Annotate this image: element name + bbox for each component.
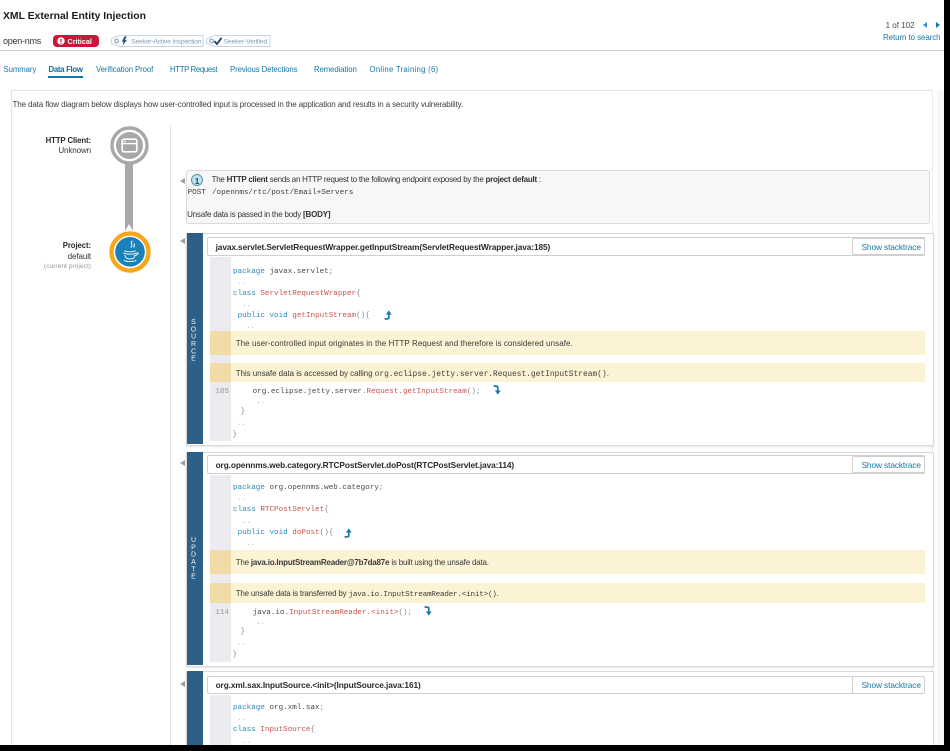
svg-text:Seeker-Verified: Seeker-Verified (223, 38, 267, 45)
svg-text:Seeker-Active Inspection: Seeker-Active Inspection (131, 38, 202, 45)
